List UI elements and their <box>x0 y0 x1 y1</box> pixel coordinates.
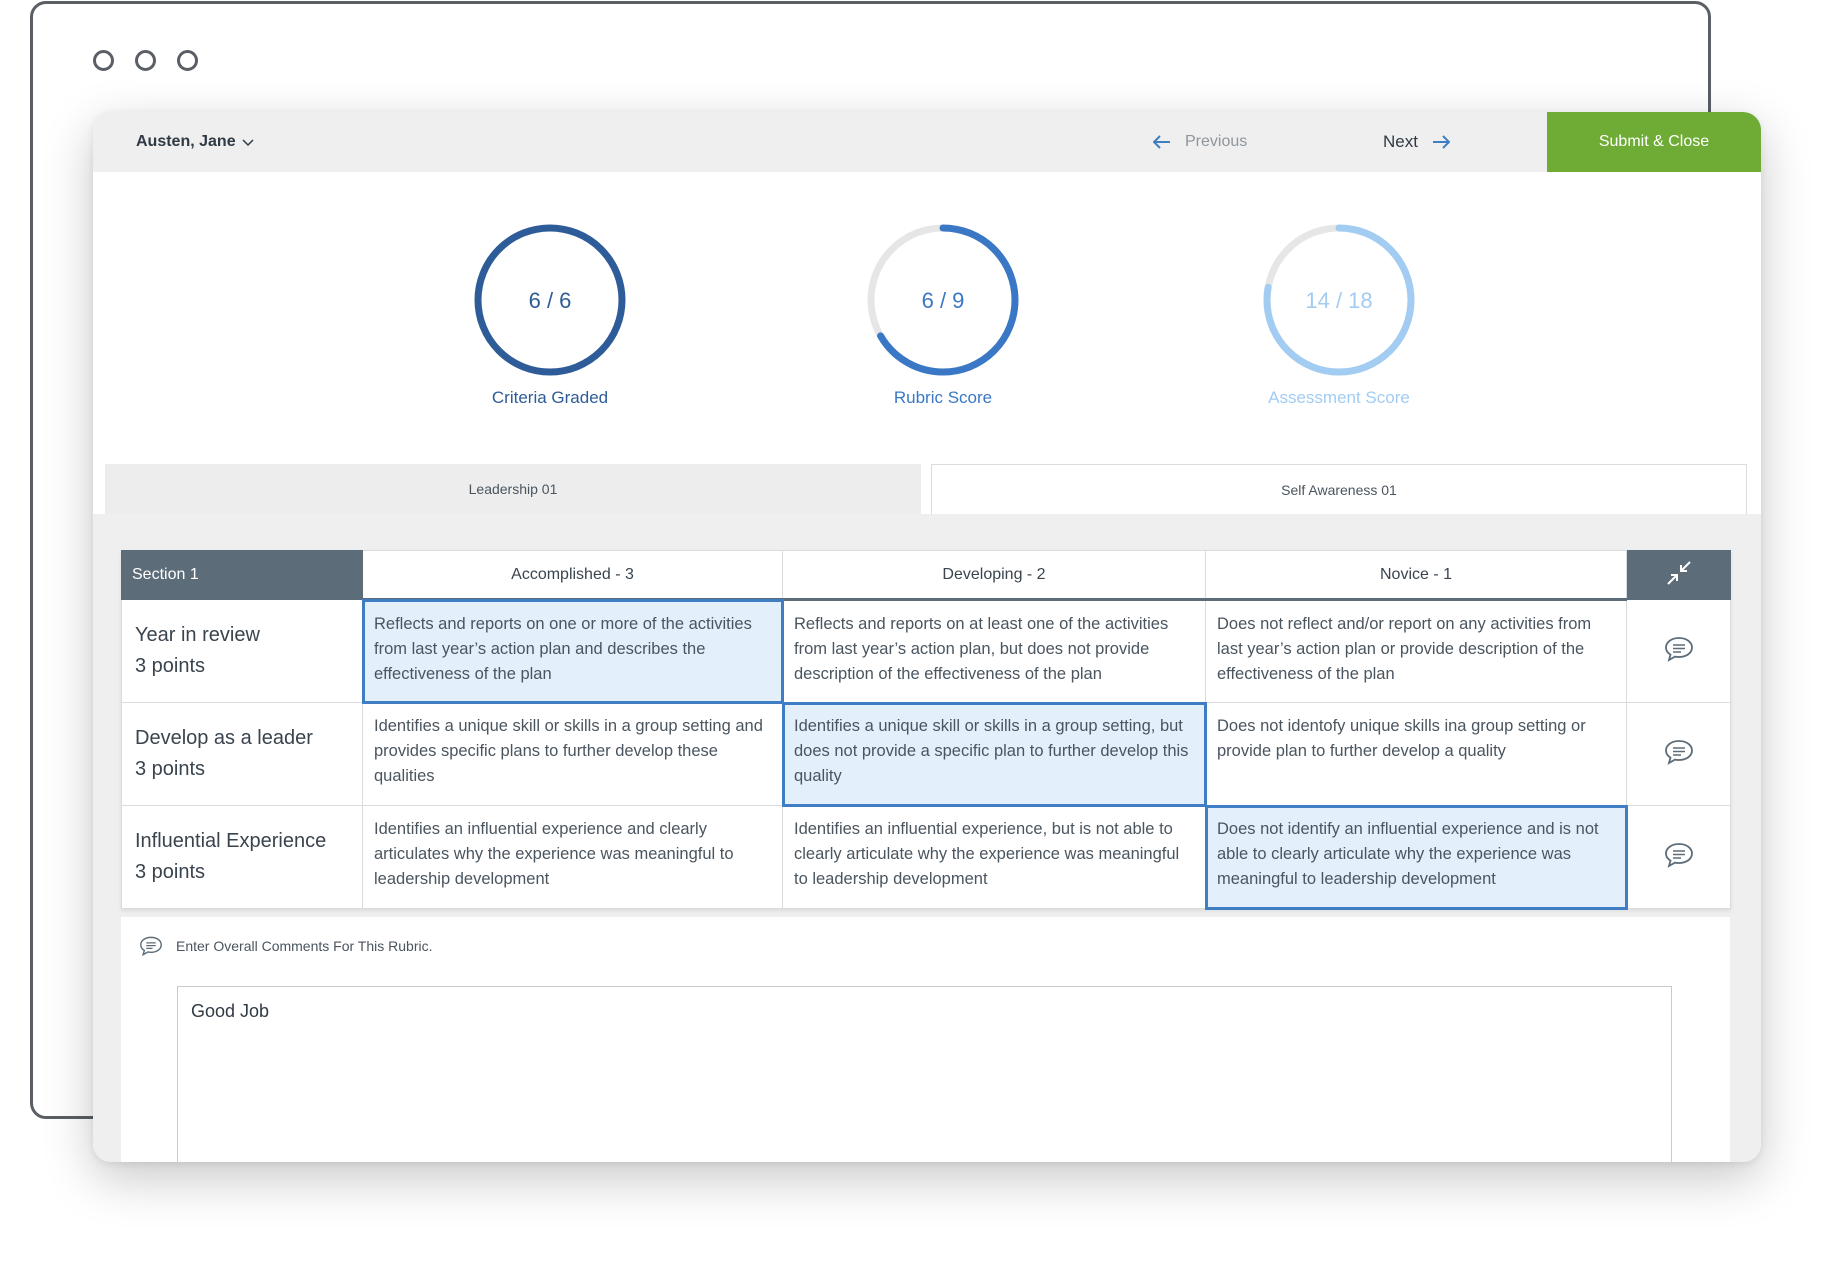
table-row: Year in review 3 points Reflects and rep… <box>122 600 1731 703</box>
rubric-cell[interactable]: Does not identify an influential experie… <box>1206 806 1627 909</box>
criterion-name: Develop as a leader <box>135 723 349 754</box>
criterion-points: 3 points <box>135 857 349 888</box>
rubric-score-value: 6 / 9 <box>922 288 965 313</box>
rubric-score-label: Rubric Score <box>843 388 1043 408</box>
submit-close-button[interactable]: Submit & Close <box>1547 112 1761 172</box>
tab-leadership-01[interactable]: Leadership 01 <box>105 464 921 514</box>
top-bar: Austen, Jane Previous Next Submit & Clos… <box>93 112 1761 172</box>
section-label: Section 1 <box>122 551 363 600</box>
rubric-header-row: Section 1 Accomplished - 3 Developing - … <box>122 551 1731 600</box>
overall-comments-panel: Enter Overall Comments For This Rubric. … <box>121 917 1730 1162</box>
previous-button[interactable]: Previous <box>1153 112 1247 172</box>
student-name: Austen, Jane <box>136 133 236 151</box>
rubric-cell[interactable]: Does not reflect and/or report on any ac… <box>1206 600 1627 703</box>
criteria-graded-gauge: 6 / 6 Criteria Graded <box>450 220 650 408</box>
level-header-developing: Developing - 2 <box>783 551 1206 600</box>
comment-icon <box>1663 738 1695 766</box>
overall-comments-header: Enter Overall Comments For This Rubric. <box>138 935 432 957</box>
rubric-cell[interactable]: Does not identofy unique skills ina grou… <box>1206 703 1627 806</box>
student-selector[interactable]: Austen, Jane <box>136 112 254 172</box>
collapse-icon <box>1666 560 1692 586</box>
rubric-cell[interactable]: Reflects and reports on at least one of … <box>783 600 1206 703</box>
next-label: Next <box>1383 132 1418 152</box>
rubric-cell[interactable]: Identifies a unique skill or skills in a… <box>783 703 1206 806</box>
rubric-score-ring: 6 / 9 <box>863 220 1023 380</box>
assessment-score-ring: 14 / 18 <box>1259 220 1419 380</box>
level-header-novice: Novice - 1 <box>1206 551 1627 600</box>
rubric-tabs: Leadership 01 Self Awareness 01 <box>105 464 1749 514</box>
level-header-accomplished: Accomplished - 3 <box>363 551 783 600</box>
rubric-cell[interactable]: Identifies a unique skill or skills in a… <box>363 703 783 806</box>
comment-button[interactable] <box>1627 600 1731 703</box>
criterion-influential-experience: Influential Experience 3 points <box>122 806 363 909</box>
table-row: Develop as a leader 3 points Identifies … <box>122 703 1731 806</box>
window-controls <box>93 50 198 71</box>
comment-icon <box>138 935 164 957</box>
comment-button[interactable] <box>1627 703 1731 806</box>
criterion-name: Year in review <box>135 620 349 651</box>
arrow-left-icon <box>1153 135 1171 149</box>
criterion-points: 3 points <box>135 651 349 682</box>
next-button[interactable]: Next <box>1383 112 1450 172</box>
comment-icon <box>1663 841 1695 869</box>
chevron-down-icon <box>242 139 254 147</box>
assessment-score-value: 14 / 18 <box>1305 288 1372 313</box>
criterion-name: Influential Experience <box>135 826 349 857</box>
collapse-button[interactable] <box>1627 551 1731 600</box>
rubric-cell[interactable]: Identifies an influential experience and… <box>363 806 783 909</box>
rubric-table: Section 1 Accomplished - 3 Developing - … <box>121 550 1731 909</box>
rubric-cell[interactable]: Reflects and reports on one or more of t… <box>363 600 783 703</box>
comment-button[interactable] <box>1627 806 1731 909</box>
criterion-develop-as-a-leader: Develop as a leader 3 points <box>122 703 363 806</box>
overall-comments-prompt: Enter Overall Comments For This Rubric. <box>176 938 432 954</box>
rubric-cell[interactable]: Identifies an influential experience, bu… <box>783 806 1206 909</box>
previous-label: Previous <box>1185 133 1247 151</box>
comment-icon <box>1663 635 1695 663</box>
assessment-score-gauge: 14 / 18 Assessment Score <box>1239 220 1439 408</box>
table-row: Influential Experience 3 points Identifi… <box>122 806 1731 909</box>
window-dot[interactable] <box>135 50 156 71</box>
rubric-score-gauge: 6 / 9 Rubric Score <box>843 220 1043 408</box>
criteria-graded-ring: 6 / 6 <box>470 220 630 380</box>
criterion-year-in-review: Year in review 3 points <box>122 600 363 703</box>
tab-self-awareness-01[interactable]: Self Awareness 01 <box>931 464 1747 514</box>
window-dot[interactable] <box>93 50 114 71</box>
overall-comments-input[interactable]: Good Job <box>177 986 1672 1162</box>
criterion-points: 3 points <box>135 754 349 785</box>
criteria-graded-value: 6 / 6 <box>529 288 572 313</box>
arrow-right-icon <box>1432 135 1450 149</box>
window-dot[interactable] <box>177 50 198 71</box>
grading-panel: Austen, Jane Previous Next Submit & Clos… <box>93 112 1761 1162</box>
criteria-graded-label: Criteria Graded <box>450 388 650 408</box>
assessment-score-label: Assessment Score <box>1239 388 1439 408</box>
